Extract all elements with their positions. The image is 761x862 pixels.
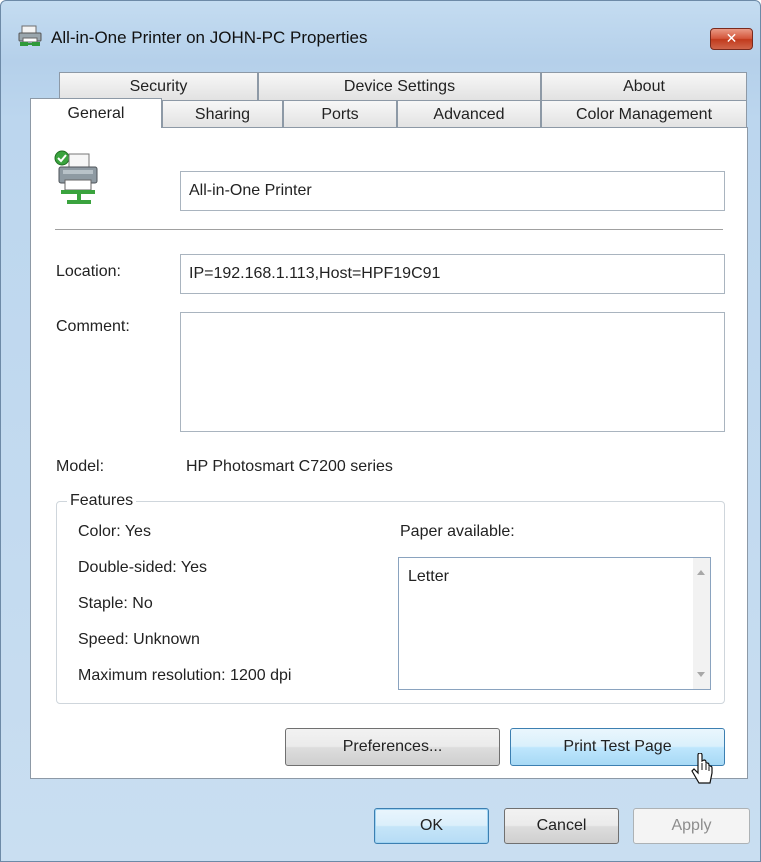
printer-name-text: All-in-One Printer: [189, 182, 312, 199]
tab-label: Color Management: [575, 105, 713, 123]
preferences-button[interactable]: Preferences...: [285, 728, 500, 766]
tab-label: Security: [129, 77, 188, 95]
cancel-label: Cancel: [536, 817, 587, 834]
scrollbar[interactable]: [693, 558, 710, 689]
preferences-label: Preferences...: [342, 738, 443, 755]
ok-button[interactable]: OK: [374, 808, 489, 844]
printer-default-check-icon: [54, 150, 98, 204]
scroll-up-icon[interactable]: [697, 570, 705, 575]
print-test-page-label: Print Test Page: [563, 738, 672, 755]
tab-about[interactable]: About: [541, 72, 747, 100]
tab-device-settings[interactable]: Device Settings: [258, 72, 541, 100]
tab-label: Ports: [321, 105, 359, 123]
tab-advanced[interactable]: Advanced: [397, 100, 541, 128]
tab-label: General: [67, 104, 125, 122]
location-text: IP=192.168.1.113,Host=HPF19C91: [189, 265, 441, 282]
tab-ports[interactable]: Ports: [283, 100, 397, 128]
tab-label: Device Settings: [343, 77, 456, 95]
feature-speed: Speed: Unknown: [78, 631, 200, 648]
paper-available-label: Paper available:: [400, 523, 515, 540]
tab-security[interactable]: Security: [59, 72, 258, 100]
tab-color-management[interactable]: Color Management: [541, 100, 747, 128]
close-button[interactable]: ✕: [710, 28, 753, 50]
tab-label: Sharing: [194, 105, 251, 123]
apply-button[interactable]: Apply: [633, 808, 750, 844]
tab-label: Advanced: [433, 105, 505, 123]
window-title: All-in-One Printer on JOHN-PC Properties: [51, 28, 368, 47]
features-legend: Features: [67, 492, 137, 510]
printer-network-icon: [18, 25, 42, 46]
feature-max-resolution: Maximum resolution: 1200 dpi: [78, 667, 292, 684]
tab-label: About: [623, 77, 665, 95]
general-tab-panel: All-in-One Printer Location: IP=192.168.…: [30, 127, 748, 779]
divider: [55, 229, 723, 231]
close-icon: ✕: [725, 31, 738, 47]
cancel-button[interactable]: Cancel: [504, 808, 619, 844]
location-input[interactable]: IP=192.168.1.113,Host=HPF19C91: [180, 254, 725, 294]
paper-listbox[interactable]: Letter: [398, 557, 711, 690]
apply-label: Apply: [671, 817, 712, 834]
feature-double-sided: Double-sided: Yes: [78, 559, 207, 576]
comment-input[interactable]: [180, 312, 725, 432]
scroll-down-icon[interactable]: [697, 672, 705, 677]
features-group: Features Color: Yes Double-sided: Yes St…: [56, 492, 725, 704]
title-bar[interactable]: All-in-One Printer on JOHN-PC Properties…: [1, 1, 760, 63]
model-label: Model:: [56, 458, 105, 475]
printer-name-input[interactable]: All-in-One Printer: [180, 171, 725, 211]
model-value: HP Photosmart C7200 series: [186, 458, 393, 475]
ok-label: OK: [419, 817, 444, 834]
feature-staple: Staple: No: [78, 595, 153, 612]
list-item[interactable]: Letter: [408, 568, 449, 586]
properties-window: All-in-One Printer on JOHN-PC Properties…: [0, 0, 761, 862]
tab-sharing[interactable]: Sharing: [162, 100, 283, 128]
mouse-pointer-icon: [691, 753, 713, 784]
comment-label: Comment:: [56, 318, 130, 335]
feature-color: Color: Yes: [78, 523, 151, 540]
location-label: Location:: [56, 263, 121, 280]
tab-general[interactable]: General: [30, 98, 162, 128]
